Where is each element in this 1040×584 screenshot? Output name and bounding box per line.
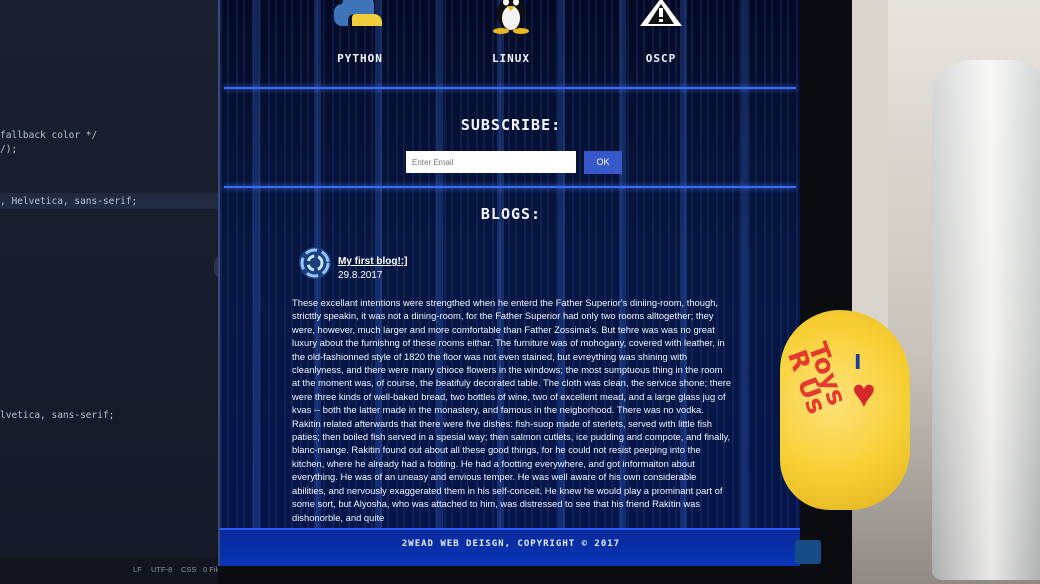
line-ending-indicator[interactable]: LF (133, 565, 142, 574)
language-indicator[interactable]: CSS (181, 565, 196, 574)
blogs-heading: BLOGS: (480, 205, 542, 223)
encoding-indicator[interactable]: UTF-8 (151, 565, 172, 574)
water-bottle (932, 60, 1040, 580)
python-icon (334, 0, 382, 26)
shelf (852, 0, 888, 330)
code-line: /); (0, 144, 18, 155)
site-footer: 2WEAD WEB DEISGN, COPYRIGHT © 2017 (220, 528, 802, 566)
subscribe-ok-button[interactable]: OK (584, 151, 622, 174)
code-line: lvetica, sans-serif; (0, 410, 115, 421)
energy-star-badge-icon (795, 540, 821, 564)
toy-bag: I ♥ Toys R Us (780, 310, 910, 510)
website-preview: PYTHON LINUX OSCP SUBSCRIBE: OK BLOGS: (218, 0, 805, 566)
code-editor-pane: fallback color */ /); , Helvetica, sans-… (0, 0, 228, 584)
skill-label: PYTHON (337, 52, 383, 65)
monitor-bottom-bezel (218, 566, 852, 584)
section-divider (224, 87, 796, 89)
skill-label: LINUX (491, 52, 531, 65)
editor-status-bar: LF UTF-8 CSS 0 Files (0, 558, 228, 584)
code-line: , Helvetica, sans-serif; (0, 196, 138, 207)
blog-post-body: These excellant intentions were strength… (292, 297, 732, 523)
footer-copyright: 2WEAD WEB DEISGN, COPYRIGHT © 2017 (401, 539, 621, 549)
oscp-warning-icon (640, 0, 682, 26)
section-divider (224, 186, 796, 188)
code-line: fallback color */ (0, 130, 98, 141)
subscribe-heading: SUBSCRIBE: (460, 116, 562, 134)
email-input[interactable] (406, 151, 576, 173)
bag-letter: I (854, 350, 862, 374)
linux-tux-icon (493, 0, 529, 34)
heart-icon: ♥ (852, 372, 876, 416)
blog-post-title-link[interactable]: My first blog!:] (338, 256, 407, 267)
blog-post-date: 29.8.2017 (338, 270, 383, 281)
blog-avatar-icon (299, 247, 331, 279)
skill-label: OSCP (645, 52, 677, 65)
bag-brand-text: Toys R Us (780, 338, 852, 419)
